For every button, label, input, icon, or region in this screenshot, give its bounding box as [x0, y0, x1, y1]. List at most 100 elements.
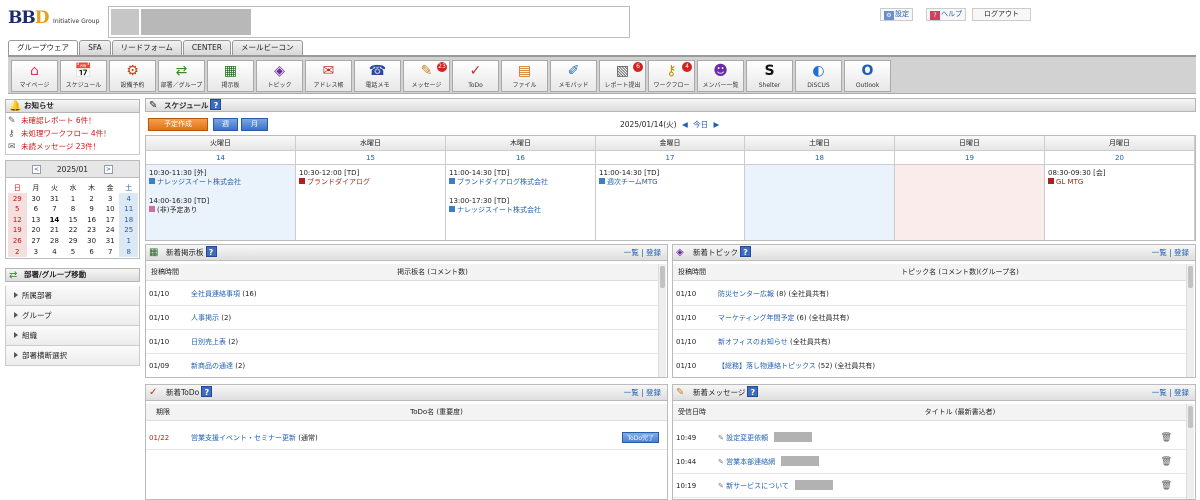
app-button-shelter[interactable]: S Shelter	[746, 60, 793, 92]
calendar-day[interactable]: 10	[101, 204, 120, 215]
day-number[interactable]: 16	[446, 151, 596, 165]
trash-icon[interactable]: 🗑	[1161, 450, 1172, 474]
calendar-day[interactable]: 17	[101, 215, 120, 226]
trash-icon[interactable]: 🗑	[1161, 474, 1172, 498]
schedule-event[interactable]: 10:30-12:00 [TD] ブランドダイアログ	[299, 169, 370, 187]
notice-item-reports[interactable]: ✎ 未確認レポート 6件！	[5, 115, 140, 127]
todo-list-register-links[interactable]: 一覧 | 登録	[624, 385, 661, 401]
app-button-workflow[interactable]: ⚷ ワークフロー 4	[648, 60, 695, 92]
messages-row-title[interactable]: ✎ 設定変更依頼	[718, 426, 813, 450]
prev-week-arrow[interactable]: ◀	[682, 120, 688, 129]
todo-complete-button[interactable]: ToDo完了	[622, 432, 659, 443]
help-icon[interactable]: ?	[740, 246, 751, 257]
topic-row[interactable]: 01/10 新オフィスのお知らせ (全社員共有)	[673, 330, 1187, 354]
calendar-day[interactable]: 16	[82, 215, 101, 226]
topic-list-register-links[interactable]: 一覧 | 登録	[1152, 245, 1189, 261]
tab-sfa[interactable]: SFA	[79, 40, 111, 55]
schedule-event[interactable]: 14:00-16:30 [TD] (非)予定あり	[149, 197, 209, 215]
app-button-todo[interactable]: ✓ ToDo	[452, 60, 499, 92]
day-number[interactable]: 18	[745, 151, 895, 165]
calendar-day[interactable]: 27	[27, 236, 46, 247]
schedule-event[interactable]: 10:30-11:30 [外] ナレッジスイート株式会社	[149, 169, 241, 187]
messages-row[interactable]: 10:49 ✎ 設定変更依頼 🗑	[673, 426, 1187, 450]
app-button-address-book[interactable]: ✉ アドレス帳	[305, 60, 352, 92]
help-link[interactable]: ? ヘルプ	[926, 8, 966, 21]
topic-row-title[interactable]: 【総務】落し物連絡トピックス (52) (全社員共有)	[718, 354, 875, 377]
help-icon[interactable]: ?	[210, 99, 222, 110]
today-link[interactable]: 今日	[693, 120, 708, 129]
messages-row[interactable]: 10:44 ✎ 営業本部連絡網 🗑	[673, 450, 1187, 474]
calendar-day[interactable]: 8	[64, 204, 83, 215]
notice-item-messages[interactable]: ✉ 未読メッセージ 23件！	[5, 141, 140, 153]
calendar-day[interactable]: 11	[119, 204, 138, 215]
app-button-home[interactable]: ⌂ マイページ	[11, 60, 58, 92]
trash-icon[interactable]: 🗑	[1161, 426, 1172, 450]
next-week-arrow[interactable]: ▶	[714, 120, 720, 129]
topic-row-title[interactable]: マーケティング年間予定 (6) (全社員共有)	[718, 306, 849, 330]
app-button-discus[interactable]: ◐ DiSCUS	[795, 60, 842, 92]
app-button-report[interactable]: ▧ レポート提出 6	[599, 60, 646, 92]
calendar-day[interactable]: 31	[101, 236, 120, 247]
app-button-topic[interactable]: ◈ トピック	[256, 60, 303, 92]
calendar-day[interactable]: 24	[101, 225, 120, 236]
calendar-day[interactable]: 21	[45, 225, 64, 236]
day-cell[interactable]: 10:30-11:30 [外] ナレッジスイート株式会社 14:00-16:30 […	[146, 165, 296, 240]
day-number[interactable]: 17	[596, 151, 745, 165]
app-button-members[interactable]: ☻ メンバー一覧	[697, 60, 744, 92]
board-row-title[interactable]: 人事掲示 (2)	[191, 306, 231, 330]
board-row-title[interactable]: 日別売上表 (2)	[191, 330, 238, 354]
calendar-day[interactable]: 26	[8, 236, 27, 247]
calendar-day[interactable]: 6	[27, 204, 46, 215]
tab-groupware[interactable]: グループウェア	[8, 40, 79, 55]
schedule-event[interactable]: 13:00-17:30 [TD] ナレッジスイート株式会社	[449, 197, 541, 215]
day-cell[interactable]: 11:00-14:30 [TD] 週次チームMTG	[596, 165, 745, 240]
day-cell[interactable]: 08:30-09:30 [会] GL MTG	[1045, 165, 1195, 240]
calendar-day[interactable]: 18	[119, 215, 138, 226]
calendar-day[interactable]: 3	[101, 194, 120, 205]
dept-item-own[interactable]: 所属部署	[5, 286, 140, 306]
tab-center[interactable]: CENTER	[182, 40, 231, 55]
app-button-message[interactable]: ✎ メッセージ 23	[403, 60, 450, 92]
messages-row-title[interactable]: ✎ 新サービスについて	[718, 474, 833, 498]
board-row[interactable]: 01/10 人事掲示 (2)	[146, 306, 659, 330]
app-button-facility[interactable]: ⚙ 設備予約	[109, 60, 156, 92]
app-button-group[interactable]: ⇄ 部署／グループ	[158, 60, 205, 92]
app-button-phone-memo[interactable]: ☎ 電話メモ	[354, 60, 401, 92]
calendar-day[interactable]: 7	[45, 204, 64, 215]
calendar-day[interactable]: 4	[119, 194, 138, 205]
calendar-day[interactable]: 9	[82, 204, 101, 215]
calendar-day[interactable]: 1	[64, 194, 83, 205]
calendar-day[interactable]: 7	[101, 247, 120, 258]
messages-row-title[interactable]: ✎ 営業本部連絡網	[718, 450, 820, 474]
calendar-day[interactable]: 31	[45, 194, 64, 205]
calendar-day[interactable]: 30	[27, 194, 46, 205]
help-icon[interactable]: ?	[747, 386, 759, 397]
day-cell[interactable]	[745, 165, 895, 240]
day-number[interactable]: 14	[146, 151, 296, 165]
calendar-day[interactable]: 25	[119, 225, 138, 236]
calendar-day[interactable]: 4	[45, 247, 64, 258]
dept-item-group[interactable]: グループ	[5, 306, 140, 326]
dept-item-cross[interactable]: 部署横断選択	[5, 346, 140, 366]
dept-item-org[interactable]: 組織	[5, 326, 140, 346]
day-cell[interactable]: 10:30-12:00 [TD] ブランドダイアログ	[296, 165, 446, 240]
app-button-file[interactable]: ▤ ファイル	[501, 60, 548, 92]
calendar-day[interactable]: 28	[45, 236, 64, 247]
calendar-day[interactable]: 19	[8, 225, 27, 236]
board-row[interactable]: 01/09 新商品の通達 (2)	[146, 354, 659, 377]
prev-month-button[interactable]: <	[32, 165, 41, 174]
calendar-day[interactable]: 2	[82, 194, 101, 205]
message-scrollbar[interactable]	[1186, 404, 1194, 499]
topic-scrollbar[interactable]	[1186, 264, 1194, 377]
app-button-memopad[interactable]: ✐ メモパッド	[550, 60, 597, 92]
app-button-calendar[interactable]: 📅 スケジュール	[60, 60, 107, 92]
schedule-event[interactable]: 08:30-09:30 [会] GL MTG	[1048, 169, 1106, 187]
topic-row-title[interactable]: 防災センター広報 (8) (全社員共有)	[718, 282, 829, 306]
topic-row[interactable]: 01/10 【総務】落し物連絡トピックス (52) (全社員共有)	[673, 354, 1187, 377]
help-icon[interactable]: ?	[205, 246, 217, 257]
schedule-event[interactable]: 11:00-14:30 [TD] 週次チームMTG	[599, 169, 659, 187]
notice-item-workflow[interactable]: ⚷ 未処理ワークフロー 4件！	[5, 128, 140, 140]
calendar-day[interactable]: 2	[8, 247, 27, 258]
calendar-day[interactable]: 29	[8, 194, 27, 205]
calendar-day[interactable]: 15	[64, 215, 83, 226]
